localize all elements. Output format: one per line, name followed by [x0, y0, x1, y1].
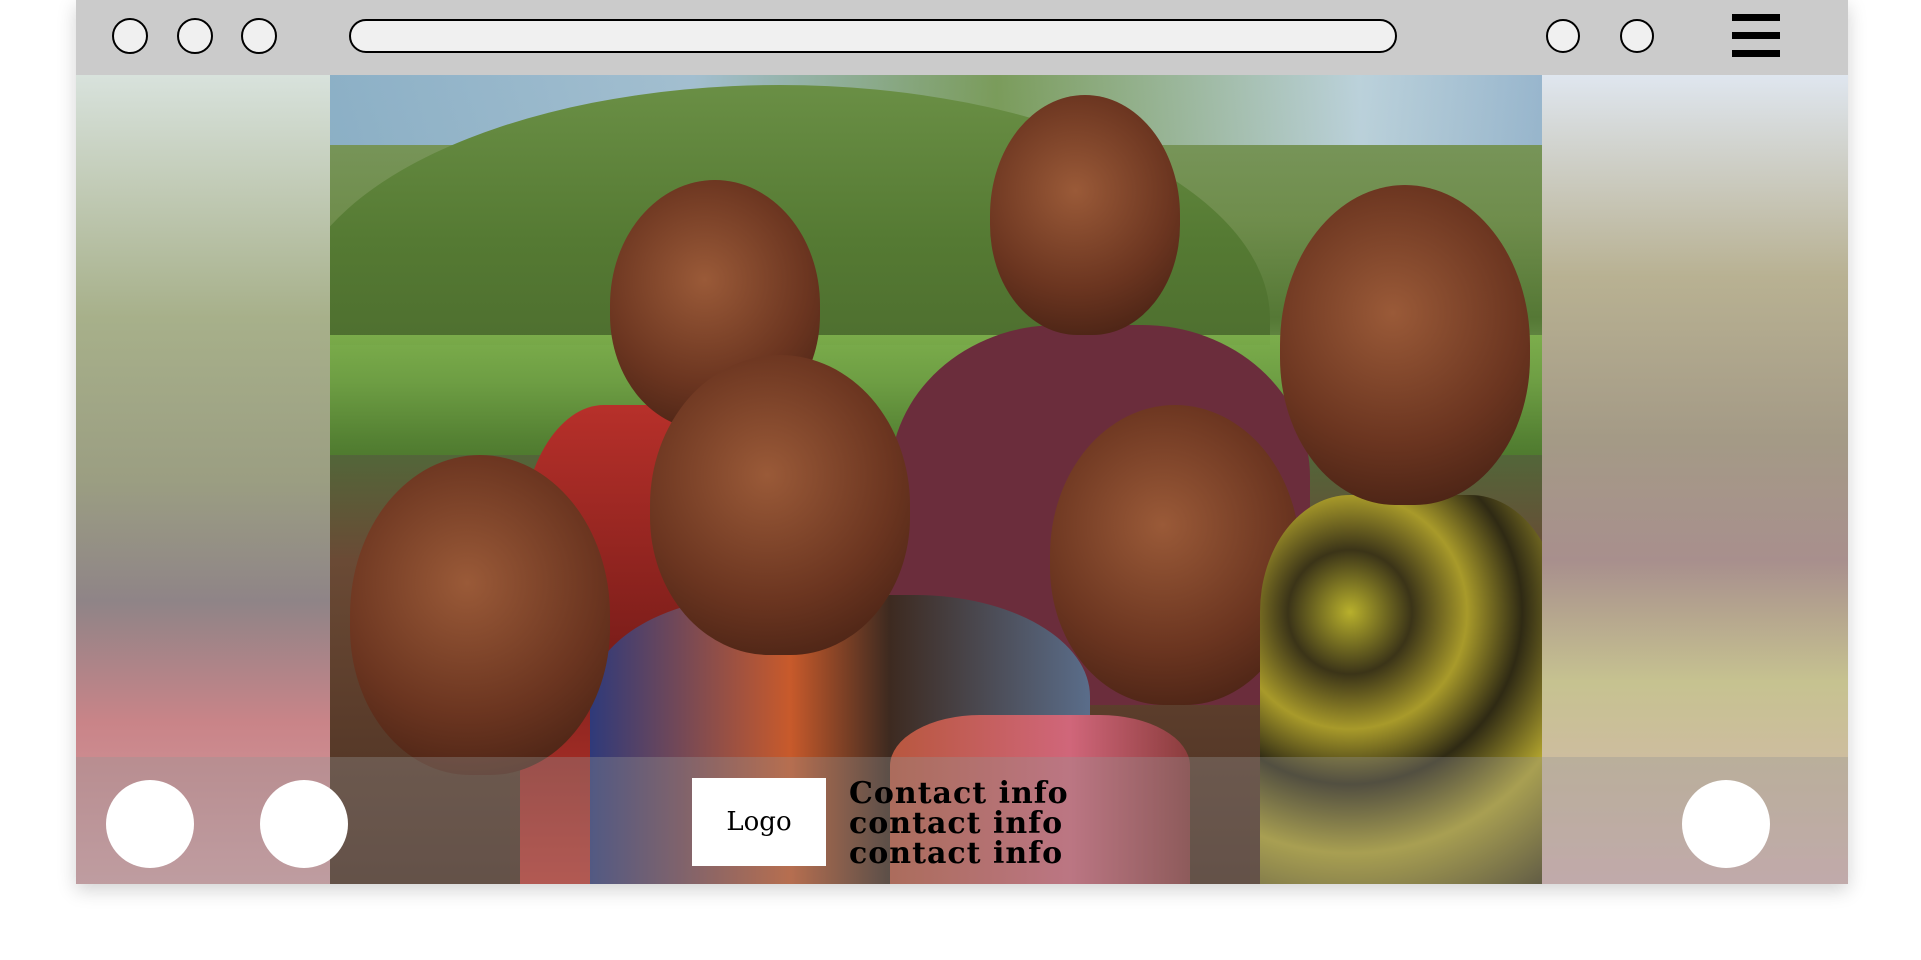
- social-button-left-1[interactable]: [106, 780, 194, 868]
- toolbar-button-1[interactable]: [1546, 19, 1580, 53]
- logo-label: Logo: [726, 807, 792, 837]
- child-face-right: [1280, 185, 1530, 505]
- address-bar[interactable]: [349, 19, 1397, 53]
- window-control-maximize[interactable]: [241, 18, 277, 54]
- browser-window: Logo Contact info contact info contact i…: [76, 0, 1848, 884]
- contact-line-2: contact info: [849, 806, 1064, 841]
- hamburger-menu-icon[interactable]: [1732, 14, 1780, 58]
- toolbar-button-2[interactable]: [1620, 19, 1654, 53]
- child-face-center: [650, 355, 910, 655]
- window-control-close[interactable]: [112, 18, 148, 54]
- child-face-back: [990, 95, 1180, 335]
- contact-line-1: Contact info: [849, 776, 1069, 811]
- footer-bar: Logo Contact info contact info contact i…: [76, 757, 1848, 884]
- child-face-left: [350, 455, 610, 775]
- social-button-right[interactable]: [1682, 780, 1770, 868]
- social-button-left-2[interactable]: [260, 780, 348, 868]
- page-content: Logo Contact info contact info contact i…: [76, 75, 1848, 884]
- contact-info: Contact info contact info contact info: [849, 779, 1069, 869]
- logo-button[interactable]: Logo: [692, 778, 826, 866]
- window-control-minimize[interactable]: [177, 18, 213, 54]
- contact-line-3: contact info: [849, 836, 1064, 871]
- browser-toolbar: [76, 0, 1848, 75]
